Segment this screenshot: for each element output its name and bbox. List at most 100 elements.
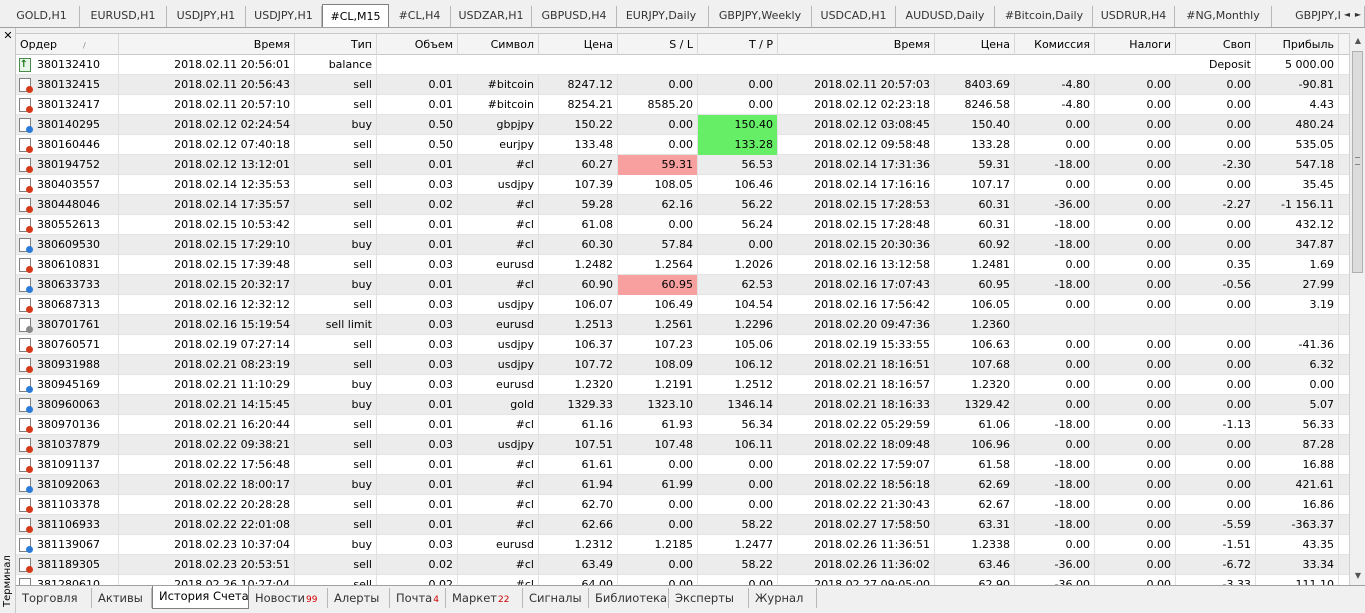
table-row[interactable]: 380970136 2018.02.21 16:20:44 sell 0.01 #cl 6…: [16, 415, 1349, 435]
table-row[interactable]: 380194752 2018.02.12 13:12:01 sell 0.01 #cl 6…: [16, 155, 1349, 175]
table-row[interactable]: 380403557 2018.02.14 12:35:53 sell 0.03 usdj…: [16, 175, 1349, 195]
sl-cell: 59.31: [618, 155, 698, 175]
table-header: Ордер / Время Тип Объем Символ Цена S / L T / P В…: [16, 34, 1349, 55]
table-row[interactable]: 380701761 2018.02.16 15:19:54 sell limit 0.…: [16, 315, 1349, 335]
table-row[interactable]: 380552613 2018.02.15 10:53:42 sell 0.01 #cl 6…: [16, 215, 1349, 235]
bottom-tab-9[interactable]: Эксперты: [669, 588, 749, 608]
taxes-cell: 0.00: [1095, 195, 1176, 215]
close-time-cell: 2018.02.21 18:16:57: [778, 375, 935, 395]
order-number: 380448046: [37, 198, 100, 211]
type-cell: sell: [295, 335, 377, 355]
order-cell: 380687313: [16, 295, 119, 315]
table-row[interactable]: 380945169 2018.02.21 11:10:29 buy 0.03 eurus…: [16, 375, 1349, 395]
order-number: 380132417: [37, 98, 100, 111]
commission-cell: 0.00: [1015, 255, 1095, 275]
chart-tab-usdjpy-h1[interactable]: USDJPY,H1: [167, 6, 246, 27]
chart-tab-bitcoin-daily[interactable]: #Bitcoin,Daily: [996, 6, 1093, 27]
type-cell: buy: [295, 375, 377, 395]
chart-tab-cl-h4[interactable]: #CL,H4: [389, 6, 451, 27]
table-row[interactable]: 380132415 2018.02.11 20:56:43 sell 0.01 #bit…: [16, 75, 1349, 95]
profit-cell: 480.24: [1256, 115, 1339, 135]
table-row[interactable]: 380687313 2018.02.16 12:32:12 sell 0.03 usdj…: [16, 295, 1349, 315]
type-cell: sell: [295, 295, 377, 315]
chart-tab-eurusd-h1[interactable]: EURUSD,H1: [80, 6, 167, 27]
table-row[interactable]: 381280610 2018.02.26 10:27:04 sell 0.02 #cl 6…: [16, 575, 1349, 585]
header-taxes[interactable]: Налоги: [1095, 34, 1176, 55]
table-row[interactable]: 380609530 2018.02.15 17:29:10 buy 0.01 #cl 60…: [16, 235, 1349, 255]
bottom-tab-7[interactable]: Сигналы: [523, 588, 589, 608]
close-price-cell: 106.63: [935, 335, 1015, 355]
chart-tab-usdcad-h1[interactable]: USDCAD,H1: [812, 6, 896, 27]
header-price[interactable]: Цена: [539, 34, 618, 55]
header-open-time[interactable]: Время: [119, 34, 295, 55]
chart-tab-usdzar-h1[interactable]: USDZAR,H1: [451, 6, 532, 27]
header-tp[interactable]: T / P: [698, 34, 778, 55]
bottom-tab-5[interactable]: Почта4: [390, 588, 446, 608]
table-row[interactable]: 380610831 2018.02.15 17:39:48 sell 0.03 euru…: [16, 255, 1349, 275]
header-close-price[interactable]: Цена: [935, 34, 1015, 55]
close-icon[interactable]: ✕: [2, 30, 14, 42]
profit-cell: 6.32: [1256, 355, 1339, 375]
table-row[interactable]: 380132410 2018.02.11 20:56:01balanceDepos…: [16, 55, 1349, 75]
table-row[interactable]: 381106933 2018.02.22 22:01:08 sell 0.01 #cl 6…: [16, 515, 1349, 535]
header-volume[interactable]: Объем: [377, 34, 458, 55]
type-cell: balance: [295, 55, 377, 75]
table-row[interactable]: 381189305 2018.02.23 20:53:51 sell 0.02 #cl 6…: [16, 555, 1349, 575]
chart-tab-eurjpy-daily[interactable]: EURJPY,Daily: [614, 6, 709, 27]
type-cell: sell: [295, 575, 377, 585]
bottom-tab-10[interactable]: Журнал: [749, 588, 817, 608]
table-row[interactable]: 381103378 2018.02.22 20:28:28 sell 0.01 #cl 6…: [16, 495, 1349, 515]
header-swap[interactable]: Своп: [1176, 34, 1256, 55]
scroll-up-icon[interactable]: ▲: [1352, 34, 1364, 48]
symbol-cell: #cl: [458, 555, 539, 575]
header-type[interactable]: Тип: [295, 34, 377, 55]
header-profit[interactable]: Прибыль: [1256, 34, 1339, 55]
table-row[interactable]: 380760571 2018.02.19 07:27:14 sell 0.03 usdj…: [16, 335, 1349, 355]
chart-tab-gbpusd-h4[interactable]: GBPUSD,H4: [532, 6, 617, 27]
bottom-tab-2[interactable]: История Счета: [152, 586, 249, 609]
header-commission[interactable]: Комиссия: [1015, 34, 1095, 55]
scroll-down-icon[interactable]: ▼: [1352, 569, 1364, 583]
symbol-cell: usdjpy: [458, 435, 539, 455]
table-row[interactable]: 380160446 2018.02.12 07:40:18 sell 0.50 eurj…: [16, 135, 1349, 155]
bottom-tab-3[interactable]: Новости99: [249, 588, 328, 608]
buy-order-icon: [19, 118, 33, 133]
bottom-tab-4[interactable]: Алерты: [328, 588, 390, 608]
table-row[interactable]: 380633733 2018.02.15 20:32:17 buy 0.01 #cl 60…: [16, 275, 1349, 295]
chart-tab-audusd-daily[interactable]: AUDUSD,Daily: [896, 6, 995, 27]
table-row[interactable]: 381037879 2018.02.22 09:38:21 sell 0.03 usdj…: [16, 435, 1349, 455]
order-cell: 380609530: [16, 235, 119, 255]
bottom-tab-6[interactable]: Маркет22: [446, 588, 523, 608]
chart-tab-ng-monthly[interactable]: #NG,Monthly: [1175, 6, 1272, 27]
tabs-scroll-left-icon[interactable]: ◄: [1342, 9, 1352, 21]
chart-tab-usdjpy-h1[interactable]: USDJPY,H1: [246, 6, 322, 27]
table-row[interactable]: 380140295 2018.02.12 02:24:54 buy 0.50 gbpjp…: [16, 115, 1349, 135]
table-row[interactable]: 380448046 2018.02.14 17:35:57 sell 0.02 #cl 5…: [16, 195, 1349, 215]
table-row[interactable]: 380931988 2018.02.21 08:23:19 sell 0.03 usdj…: [16, 355, 1349, 375]
scroll-thumb[interactable]: [1352, 51, 1363, 273]
table-row[interactable]: 381092063 2018.02.22 18:00:17 buy 0.01 #cl 61…: [16, 475, 1349, 495]
header-order[interactable]: Ордер /: [16, 34, 119, 55]
volume-cell: 0.01: [377, 235, 458, 255]
chart-tab-cl-m15[interactable]: #CL,M15: [322, 4, 389, 27]
bottom-tab-8[interactable]: Библиотека: [589, 588, 669, 608]
table-row[interactable]: 381091137 2018.02.22 17:56:48 sell 0.01 #cl 6…: [16, 455, 1349, 475]
table-row[interactable]: 380132417 2018.02.11 20:57:10 sell 0.01 #bit…: [16, 95, 1349, 115]
header-close-time[interactable]: Время: [778, 34, 935, 55]
tabs-scroll-right-icon[interactable]: ►: [1353, 9, 1363, 21]
order-number: 380403557: [37, 178, 100, 191]
bottom-tab-1[interactable]: Активы: [92, 588, 152, 608]
chart-tab-usdrur-h4[interactable]: USDRUR,H4: [1093, 6, 1175, 27]
header-symbol[interactable]: Символ: [458, 34, 539, 55]
bottom-tab-0[interactable]: Торговля: [16, 588, 92, 608]
commission-cell: -18.00: [1015, 495, 1095, 515]
volume-cell: 0.03: [377, 375, 458, 395]
header-sl[interactable]: S / L: [618, 34, 698, 55]
table-row[interactable]: 381139067 2018.02.23 10:37:04 buy 0.03 eurus…: [16, 535, 1349, 555]
table-row[interactable]: 380960063 2018.02.21 14:15:45 buy 0.01 gold 1…: [16, 395, 1349, 415]
vertical-scrollbar[interactable]: ▲ ▼: [1349, 33, 1365, 585]
price-cell: 1.2320: [539, 375, 618, 395]
tab-label: Журнал: [755, 591, 804, 605]
chart-tab-gold-h1[interactable]: GOLD,H1: [4, 6, 80, 27]
chart-tab-gbpjpy-weekly[interactable]: GBPJPY,Weekly: [709, 6, 812, 27]
